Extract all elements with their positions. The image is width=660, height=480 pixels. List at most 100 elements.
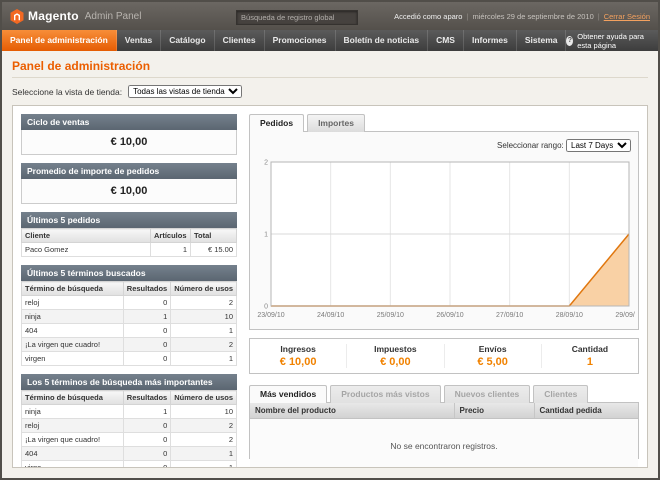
table-cell: 1 [171,324,237,338]
nav-item-promociones[interactable]: Promociones [265,30,336,51]
table-cell: 0 [123,352,170,366]
svg-text:24/09/10: 24/09/10 [317,312,344,319]
help-icon: ? [566,36,573,46]
range-label: Seleccionar rango: [497,141,564,150]
products-panel: Nombre del producto Precio Cantidad pedi… [249,402,639,459]
last-orders-table: Cliente Artículos Total Paco Gomez1€ 15.… [21,228,237,257]
empty-message: No se encontraron registros. [250,419,638,469]
tab-pedidos[interactable]: Pedidos [249,114,304,132]
nav-item-dashboard[interactable]: Panel de administración [2,30,117,51]
products-tabs: Más vendidos Productos más vistos Nuevos… [249,385,639,402]
table-cell: 0 [123,461,170,469]
store-view-label: Seleccione la vista de tienda: [12,87,122,97]
stat-label: Envíos [445,344,541,354]
column-header: Número de usos [171,282,237,296]
stat-ingresos: Ingresos € 10,00 [250,344,346,368]
svg-text:29/09/10: 29/09/10 [615,312,635,319]
totals-bar: Ingresos € 10,00 Impuestos € 0,00 Envíos… [249,338,639,374]
logo[interactable]: Magento Admin Panel [10,9,200,24]
tab-importes[interactable]: Importes [307,114,365,132]
range-select[interactable]: Last 7 Days [566,139,631,152]
table-cell: 1 [171,447,237,461]
table-cell: 0 [123,296,170,310]
help-label: Obtener ayuda para esta página [577,32,650,50]
table-cell: ninja [22,310,124,324]
page-content: Panel de administración Seleccione la vi… [2,51,658,478]
nav-item-ventas[interactable]: Ventas [117,30,161,51]
top-search-terms-table: Término de búsqueda Resultados Número de… [21,390,237,468]
table-header-row: Término de búsqueda Resultados Número de… [22,282,237,296]
nav-item-catalogo[interactable]: Catálogo [161,30,214,51]
table-cell: 2 [171,296,237,310]
nav-item-cms[interactable]: CMS [428,30,464,51]
column-header: Término de búsqueda [22,391,124,405]
table-row: 40401 [22,324,237,338]
table-cell: ¡La virgen que cuadro! [22,433,124,447]
table-cell: 10 [171,310,237,324]
table-cell: 1 [151,243,191,257]
magento-admin-page: Magento Admin Panel Accedió como aparo |… [0,0,660,480]
page-title: Panel de administración [12,59,648,73]
table-cell: 2 [171,338,237,352]
sales-cycle-value: € 10,00 [21,130,237,155]
column-header: Resultados [123,391,170,405]
stat-label: Cantidad [542,344,638,354]
chart-panel: Seleccionar rango: Last 7 Days 01223/09/… [249,131,639,330]
table-row: ¡La virgen que cuadro!02 [22,433,237,447]
table-cell: 0 [123,324,170,338]
column-header: Total [191,229,237,243]
table-cell: virgen [22,352,124,366]
nav-item-sistema[interactable]: Sistema [517,30,567,51]
table-cell: 1 [171,352,237,366]
stat-value: € 0,00 [347,356,443,368]
table-cell: 1 [171,461,237,469]
table-cell: 10 [171,405,237,419]
magento-logo-icon [10,9,24,24]
global-search-area [200,7,394,25]
svg-text:26/09/10: 26/09/10 [436,312,463,319]
column-header: Número de usos [171,391,237,405]
products-table: Nombre del producto Precio Cantidad pedi… [250,403,638,468]
table-cell: 2 [171,419,237,433]
store-view-select[interactable]: Todas las vistas de tienda [128,85,242,98]
dashboard-right-column: Pedidos Importes Seleccionar rango: Last… [249,114,639,459]
dashboard-container: Ciclo de ventas € 10,00 Promedio de impo… [12,105,648,468]
logout-link[interactable]: Cerrar Sesión [604,12,650,21]
table-cell: ninja [22,405,124,419]
table-cell: reloj [22,419,124,433]
table-row: ninja110 [22,310,237,324]
table-cell: 0 [123,447,170,461]
stat-cantidad: Cantidad 1 [541,344,638,368]
title-divider [12,77,648,78]
column-header: Resultados [123,282,170,296]
stat-label: Impuestos [347,344,443,354]
tab-nuevos-clientes[interactable]: Nuevos clientes [444,385,531,403]
orders-area-chart: 01223/09/1024/09/1025/09/1026/09/1027/09… [257,156,635,322]
nav-item-informes[interactable]: Informes [464,30,517,51]
last-search-terms-panel: Últimos 5 términos buscados Término de b… [21,265,237,366]
panel-title: Últimos 5 términos buscados [21,265,237,281]
table-cell: 1 [123,310,170,324]
dashboard-left-column: Ciclo de ventas € 10,00 Promedio de impo… [21,114,237,459]
nav-item-boletin[interactable]: Boletín de noticias [336,30,429,51]
logo-text: Magento [28,9,79,23]
page-help-link[interactable]: ? Obtener ayuda para esta página [566,30,658,51]
logged-in-as: Accedió como aparo [394,12,462,21]
tab-productos-mas-vistos[interactable]: Productos más vistos [330,385,440,403]
global-search-input[interactable] [236,10,358,25]
tab-mas-vendidos[interactable]: Más vendidos [249,385,327,403]
stat-value: € 10,00 [250,356,346,368]
average-order-value: € 10,00 [21,179,237,204]
table-cell: Paco Gomez [22,243,151,257]
column-header: Cantidad pedida [534,403,638,419]
panel-title: Promedio de importe de pedidos [21,163,237,179]
svg-text:0: 0 [264,304,268,311]
table-cell: virge [22,461,124,469]
tab-clientes[interactable]: Clientes [533,385,588,403]
nav-item-clientes[interactable]: Clientes [215,30,265,51]
average-order-panel: Promedio de importe de pedidos € 10,00 [21,163,237,204]
table-cell: 1 [123,405,170,419]
last-search-terms-table: Término de búsqueda Resultados Número de… [21,281,237,366]
svg-text:1: 1 [264,232,268,239]
table-cell: 2 [171,433,237,447]
